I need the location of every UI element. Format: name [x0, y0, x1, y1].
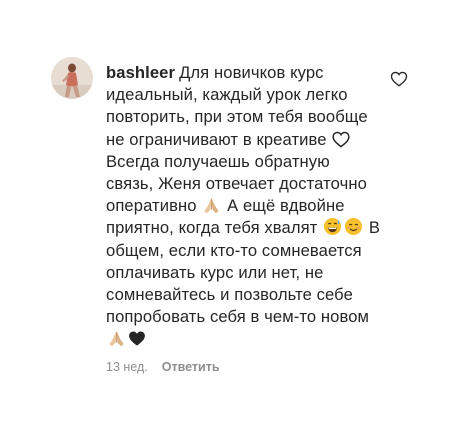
black-heart-emoji-icon	[128, 330, 146, 347]
reply-button[interactable]: Ответить	[162, 360, 220, 374]
grinning-face-with-sweat-emoji-icon	[323, 217, 342, 236]
folded-hands-emoji-icon	[107, 329, 126, 347]
folded-hands-emoji-icon	[202, 196, 221, 214]
like-heart-icon[interactable]	[390, 70, 408, 88]
white-heart-emoji-icon	[332, 131, 350, 148]
comment-body: bashleer Для новичков курс идеальный, каж…	[106, 62, 381, 351]
avatar[interactable]	[51, 57, 93, 99]
comment-timestamp[interactable]: 13 нед.	[106, 360, 148, 374]
comment-username[interactable]: bashleer	[106, 63, 175, 82]
smiling-face-emoji-icon	[344, 217, 363, 236]
comment-meta: 13 нед. Ответить	[106, 360, 220, 374]
